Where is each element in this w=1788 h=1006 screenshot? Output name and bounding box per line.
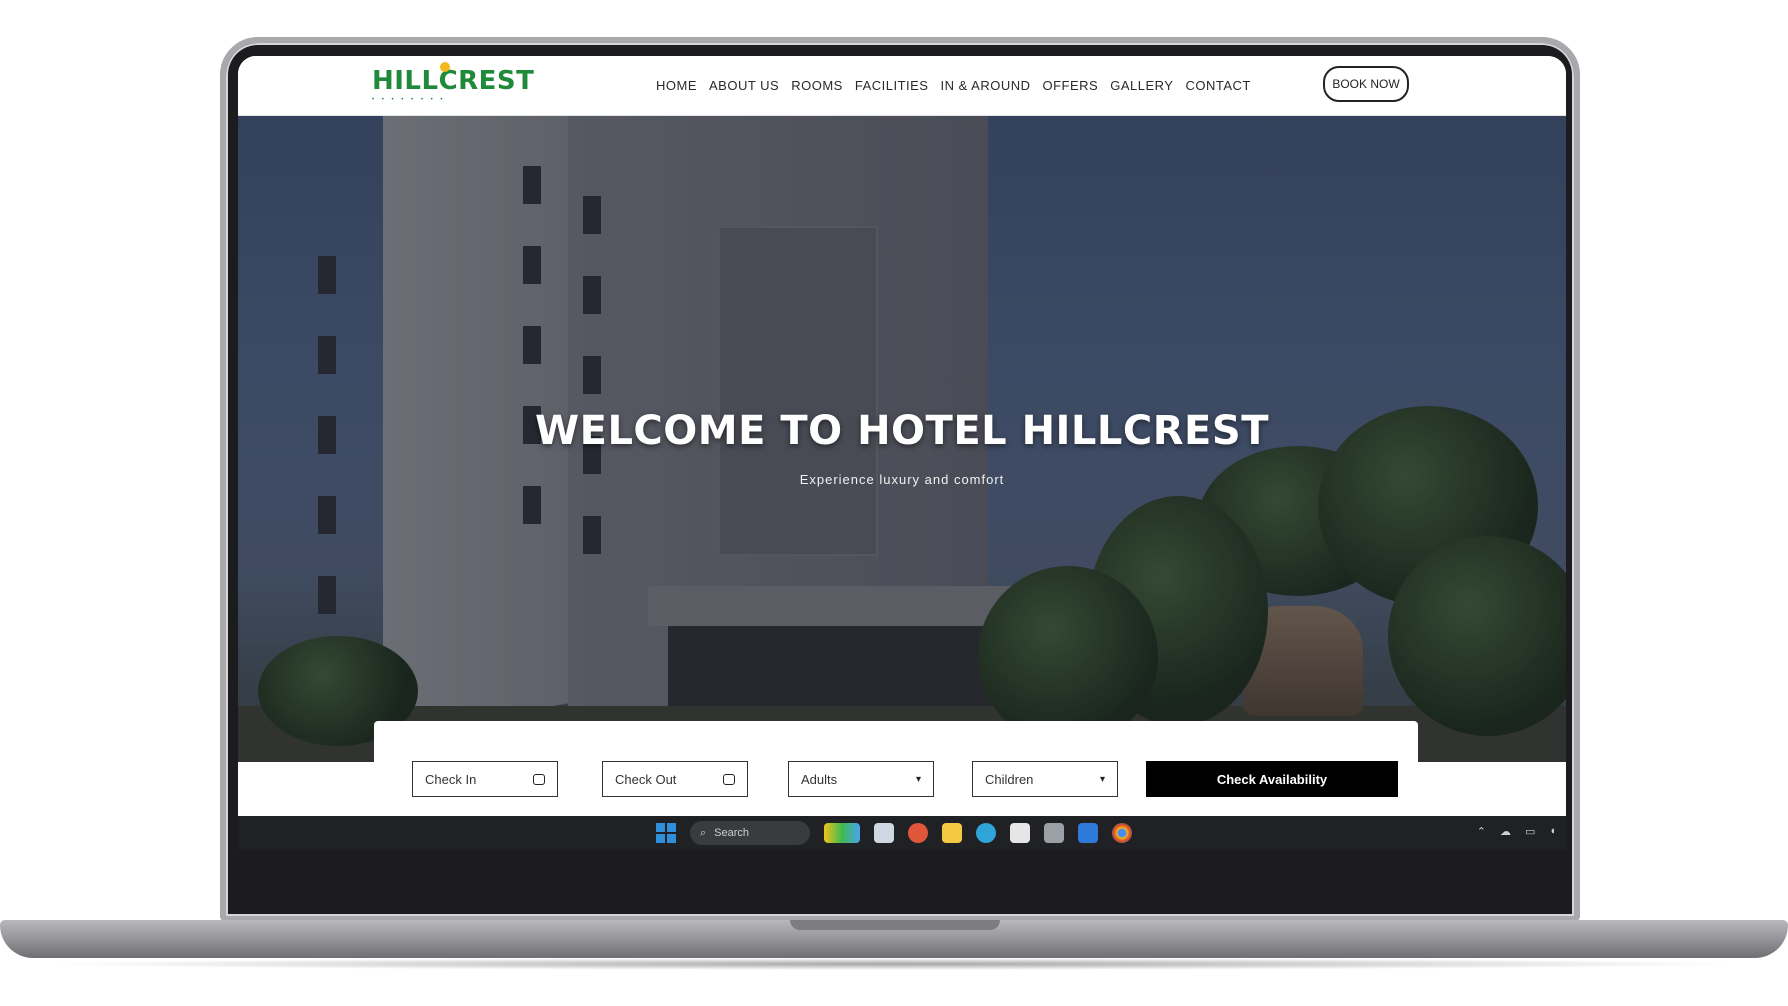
notepad-icon[interactable] (1044, 823, 1064, 843)
nav-in-and-around[interactable]: IN & AROUND (940, 78, 1030, 93)
navbar: HILLCREST • • • • • • • • HOME ABOUT US … (238, 56, 1566, 116)
check-in-field[interactable]: Check In (412, 761, 558, 797)
search-icon: ⌕ (700, 826, 707, 839)
nav-offers[interactable]: OFFERS (1043, 78, 1099, 93)
chevron-down-icon: ▾ (1099, 773, 1105, 785)
hero-title: WELCOME TO HOTEL HILLCREST (535, 408, 1269, 454)
chrome-icon[interactable] (1112, 823, 1132, 843)
network-icon[interactable]: ▭ (1525, 825, 1535, 838)
taskbar-search-label: Search (714, 827, 750, 839)
nav-home[interactable]: HOME (656, 78, 697, 93)
laptop-screen: HILLCREST • • • • • • • • HOME ABOUT US … (238, 56, 1566, 850)
logo-tagline: • • • • • • • • (372, 97, 446, 103)
booking-form: Check In Check Out Adults ▾ Children ▾ C… (374, 721, 1418, 816)
sun-icon (440, 62, 450, 72)
nav-menu: HOME ABOUT US ROOMS FACILITIES IN & AROU… (656, 78, 1251, 93)
children-label: Children (985, 771, 1034, 787)
website: HILLCREST • • • • • • • • HOME ABOUT US … (238, 56, 1566, 816)
children-select[interactable]: Children ▾ (972, 761, 1118, 797)
taskbar-center: ⌕ Search (656, 821, 1132, 845)
calendar-icon (533, 773, 545, 785)
check-in-label: Check In (425, 771, 477, 787)
adults-select[interactable]: Adults ▾ (788, 761, 934, 797)
folder-icon[interactable] (942, 823, 962, 843)
check-availability-button[interactable]: Check Availability (1146, 761, 1398, 797)
nav-rooms[interactable]: ROOMS (791, 78, 843, 93)
check-out-field[interactable]: Check Out (602, 761, 748, 797)
vscode-icon[interactable] (1078, 823, 1098, 843)
taskbar-search[interactable]: ⌕ Search (690, 821, 810, 845)
nav-about[interactable]: ABOUT US (709, 78, 779, 93)
chevron-up-icon[interactable]: ⌃ (1477, 825, 1486, 838)
edge-icon[interactable] (976, 823, 996, 843)
file-icon[interactable] (874, 823, 894, 843)
nav-contact[interactable]: CONTACT (1185, 78, 1250, 93)
logo-text: HILLCREST (372, 66, 535, 96)
calendar-icon (723, 773, 735, 785)
office-icon[interactable] (908, 823, 928, 843)
nav-gallery[interactable]: GALLERY (1110, 78, 1173, 93)
speaker-icon[interactable]: ◖ (1549, 825, 1556, 838)
hero-section: WELCOME TO HOTEL HILLCREST Experience lu… (238, 116, 1566, 762)
hero-subtitle: Experience luxury and comfort (799, 472, 1005, 487)
laptop-notch (790, 920, 1000, 930)
adults-label: Adults (801, 771, 838, 787)
chevron-down-icon: ▾ (915, 773, 921, 785)
book-now-button[interactable]: BOOK NOW (1323, 66, 1409, 102)
store-icon[interactable] (1010, 823, 1030, 843)
system-tray: ⌃ ☁ ▭ ◖ (1477, 825, 1556, 838)
laptop-shadow (40, 958, 1748, 970)
hillcrest-logo[interactable]: HILLCREST • • • • • • • • (372, 62, 535, 106)
check-out-label: Check Out (615, 771, 677, 787)
widgets-icon[interactable] (824, 823, 860, 843)
cloud-icon[interactable]: ☁ (1500, 825, 1511, 838)
nav-facilities[interactable]: FACILITIES (855, 78, 929, 93)
windows-taskbar: ⌕ Search ⌃ ☁ ▭ ◖ (238, 816, 1566, 850)
windows-start-icon[interactable] (656, 823, 676, 843)
